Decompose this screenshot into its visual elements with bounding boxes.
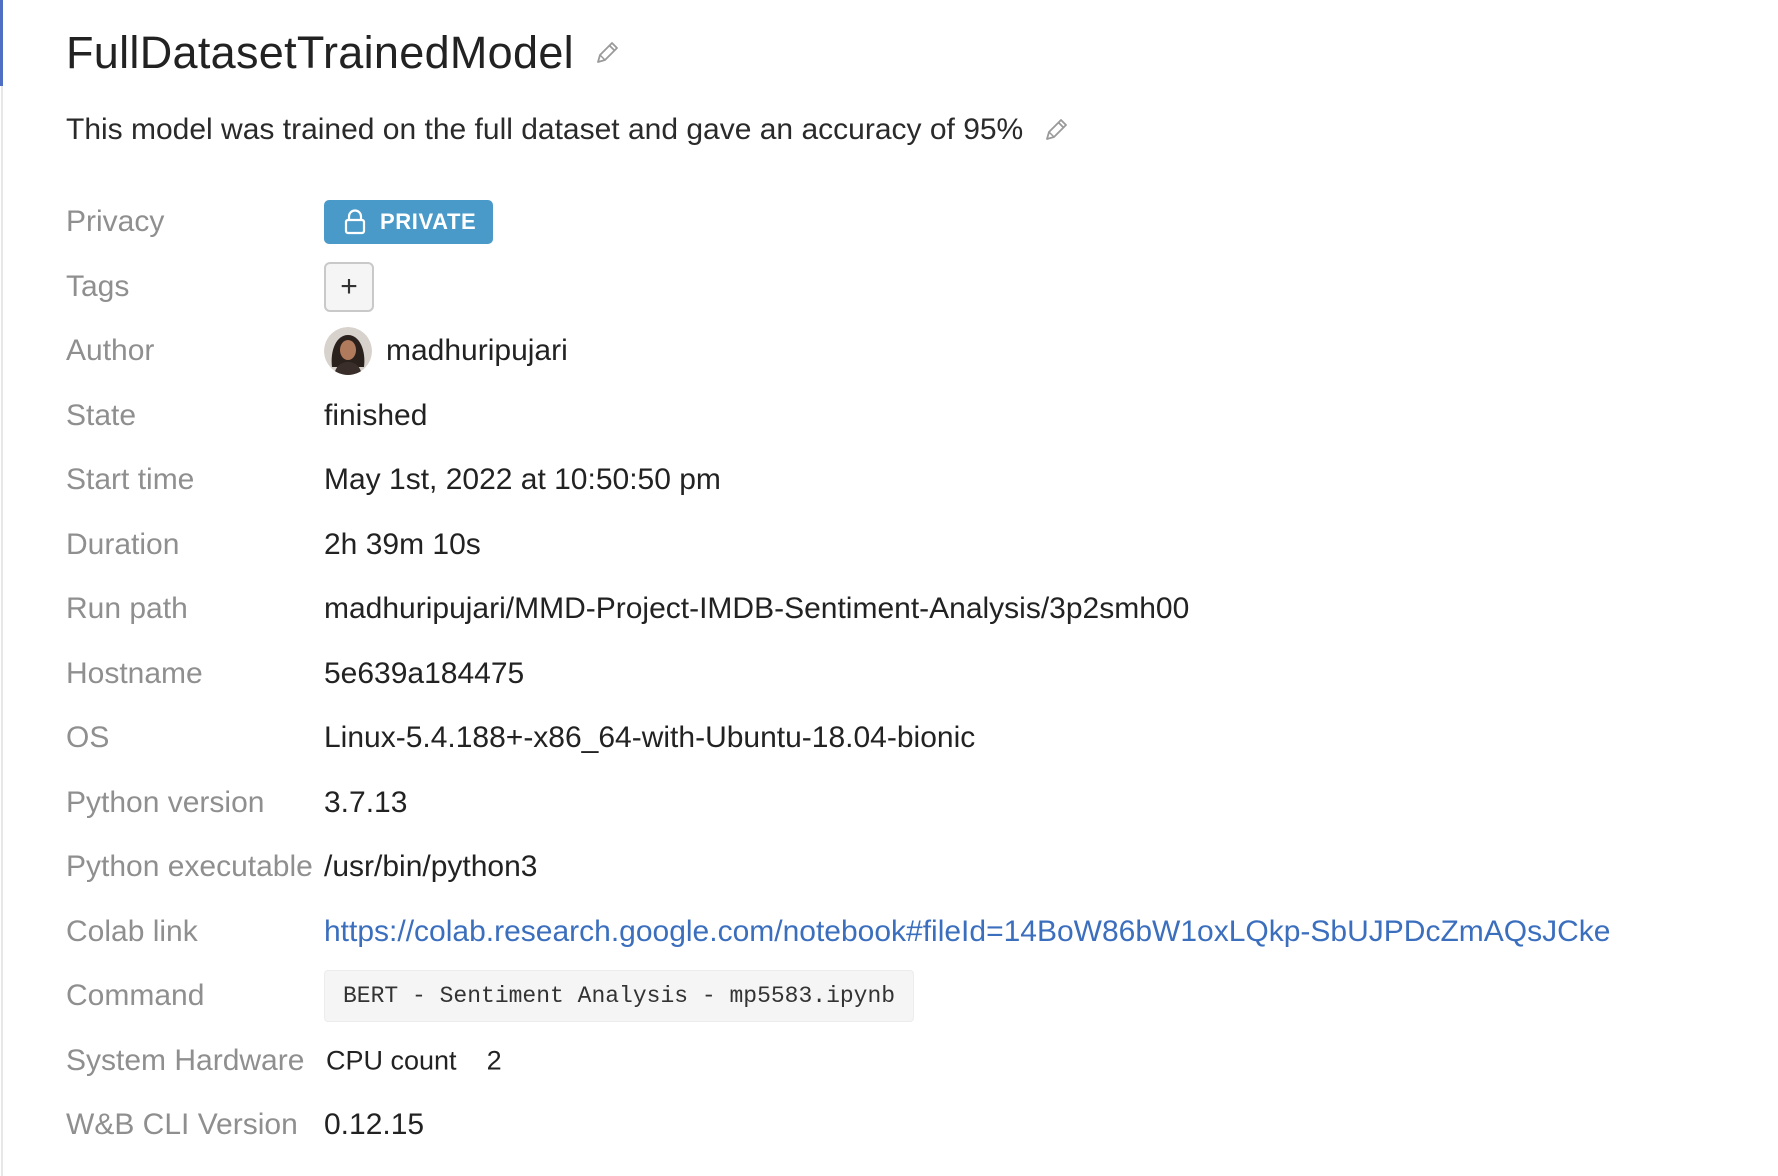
- wandb-cli-version-label: W&B CLI Version: [66, 1108, 298, 1142]
- state-label: State: [66, 398, 137, 432]
- privacy-row: Privacy PRIVATE: [66, 190, 1756, 255]
- os-value: Linux-5.4.188+-x86_64-with-Ubuntu-18.04-…: [324, 721, 976, 755]
- privacy-label: Privacy: [66, 205, 165, 239]
- system-hardware-label: System Hardware: [66, 1043, 305, 1077]
- left-border: [1, 86, 3, 1176]
- author-username[interactable]: madhuripujari: [386, 334, 568, 368]
- os-label: OS: [66, 721, 110, 755]
- python-executable-row: Python executable /usr/bin/python3: [66, 835, 1756, 900]
- colab-link-label: Colab link: [66, 914, 198, 948]
- run-path-row: Run path madhuripujari/MMD-Project-IMDB-…: [66, 577, 1756, 642]
- run-overview: FullDatasetTrainedModel This model was t…: [66, 0, 1756, 1176]
- run-name: FullDatasetTrainedModel: [66, 27, 574, 78]
- privacy-badge[interactable]: PRIVATE: [324, 200, 494, 245]
- plus-icon: +: [340, 269, 358, 303]
- wandb-cli-version-value: 0.12.15: [324, 1108, 425, 1142]
- system-hardware-value: CPU count 2: [326, 1045, 502, 1076]
- author-value: madhuripujari: [324, 327, 568, 376]
- start-time-row: Start time May 1st, 2022 at 10:50:50 pm: [66, 448, 1756, 513]
- active-section-accent: [0, 0, 3, 86]
- command-row: Command BERT - Sentiment Analysis - mp55…: [66, 964, 1756, 1029]
- duration-row: Duration 2h 39m 10s: [66, 513, 1756, 578]
- author-avatar[interactable]: [324, 327, 372, 376]
- command-label: Command: [66, 979, 205, 1013]
- lock-icon: [344, 209, 366, 235]
- run-info-table: Privacy PRIVATE Tags + Author madhuripuj…: [66, 190, 1756, 1158]
- run-path-label: Run path: [66, 592, 188, 626]
- hostname-value: 5e639a184475: [324, 656, 525, 690]
- title-row: FullDatasetTrainedModel: [66, 24, 620, 82]
- python-executable-label: Python executable: [66, 850, 313, 884]
- edit-description-pencil-icon[interactable]: [1043, 117, 1069, 143]
- tags-value: +: [324, 261, 374, 312]
- colab-link-value: https://colab.research.google.com/notebo…: [324, 915, 1610, 949]
- command-code: BERT - Sentiment Analysis - mp5583.ipynb: [324, 970, 915, 1023]
- edit-name-pencil-icon[interactable]: [594, 40, 620, 66]
- run-path-value: madhuripujari/MMD-Project-IMDB-Sentiment…: [324, 592, 1190, 626]
- start-time-value: May 1st, 2022 at 10:50:50 pm: [324, 463, 721, 497]
- author-label: Author: [66, 334, 155, 368]
- os-row: OS Linux-5.4.188+-x86_64-with-Ubuntu-18.…: [66, 706, 1756, 771]
- python-version-row: Python version 3.7.13: [66, 771, 1756, 836]
- state-row: State finished: [66, 384, 1756, 449]
- run-description: This model was trained on the full datas…: [66, 113, 1024, 146]
- privacy-value: PRIVATE: [324, 200, 494, 245]
- colab-link-row: Colab link https://colab.research.google…: [66, 900, 1756, 965]
- cpu-count-key: CPU count: [326, 1045, 457, 1076]
- cpu-count-value: 2: [486, 1045, 502, 1076]
- add-tag-button[interactable]: +: [324, 261, 374, 312]
- python-executable-value: /usr/bin/python3: [324, 850, 538, 884]
- tags-label: Tags: [66, 269, 130, 303]
- privacy-badge-label: PRIVATE: [380, 209, 477, 235]
- hostname-label: Hostname: [66, 656, 203, 690]
- wandb-cli-version-row: W&B CLI Version 0.12.15: [66, 1093, 1756, 1158]
- duration-value: 2h 39m 10s: [324, 527, 481, 561]
- start-time-label: Start time: [66, 463, 195, 497]
- colab-link[interactable]: https://colab.research.google.com/notebo…: [324, 915, 1610, 949]
- duration-label: Duration: [66, 527, 180, 561]
- state-value: finished: [324, 398, 428, 432]
- python-version-value: 3.7.13: [324, 785, 408, 819]
- description-row: This model was trained on the full datas…: [66, 110, 1069, 150]
- author-row: Author madhuripujari: [66, 319, 1756, 384]
- command-value: BERT - Sentiment Analysis - mp5583.ipynb: [324, 970, 915, 1023]
- tags-row: Tags +: [66, 255, 1756, 320]
- system-hardware-row: System Hardware CPU count 2: [66, 1029, 1756, 1094]
- hostname-row: Hostname 5e639a184475: [66, 642, 1756, 707]
- python-version-label: Python version: [66, 785, 265, 819]
